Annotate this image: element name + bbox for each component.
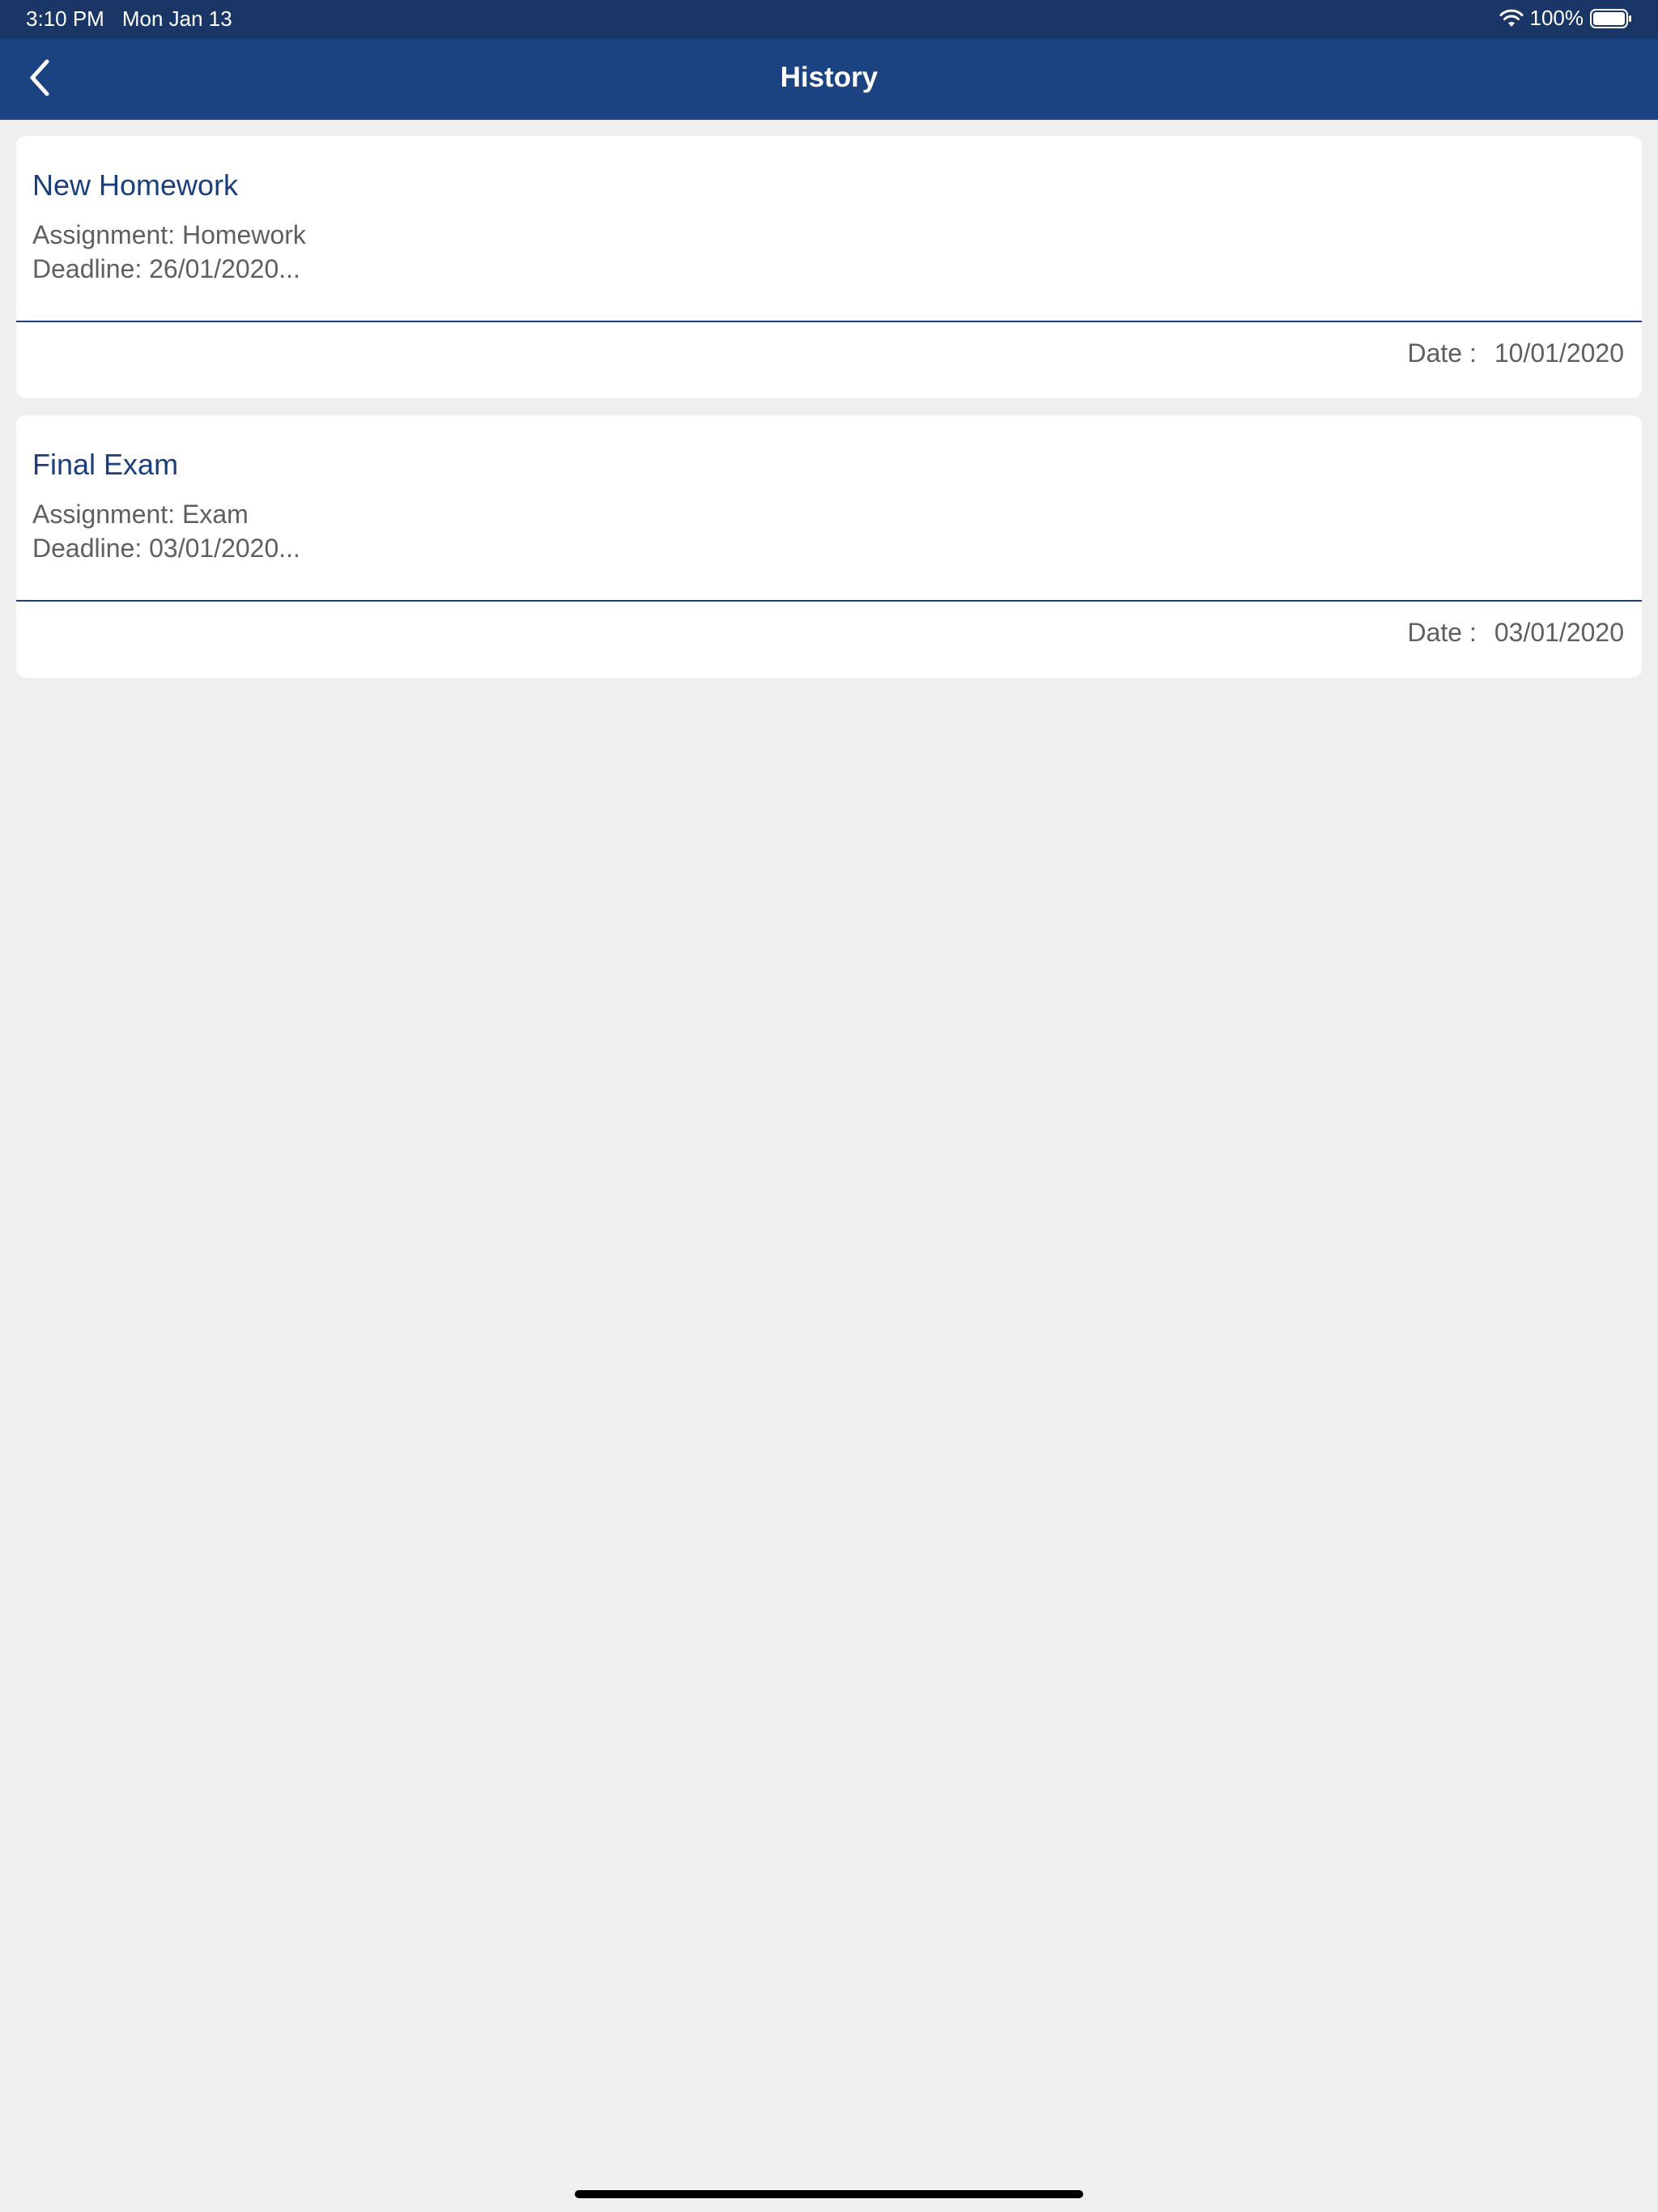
card-date-value: 10/01/2020 — [1494, 338, 1624, 368]
status-date: Mon Jan 13 — [121, 6, 232, 31]
history-card[interactable]: New Homework Assignment: Homework Deadli… — [16, 136, 1642, 398]
status-time: 3:10 PM — [26, 6, 104, 31]
status-bar: 3:10 PM Mon Jan 13 100% — [0, 0, 1658, 39]
card-title: Final Exam — [32, 448, 179, 481]
wifi-icon — [1499, 9, 1524, 28]
card-date-value: 03/01/2020 — [1494, 618, 1624, 647]
card-assignment: Assignment: Homework — [32, 220, 306, 249]
battery-percent: 100% — [1529, 6, 1584, 30]
page-title: History — [780, 62, 878, 93]
history-card[interactable]: Final Exam Assignment: Exam Deadline: 03… — [16, 415, 1642, 678]
card-date-label: Date : — [1407, 338, 1477, 368]
card-date: Date : 10/01/2020 — [1407, 338, 1624, 368]
card-title: New Homework — [32, 168, 239, 202]
card-deadline: Deadline: 26/01/2020... — [32, 254, 300, 283]
home-indicator[interactable] — [575, 2190, 1083, 2198]
status-right: 100% — [1499, 6, 1633, 31]
status-left: 3:10 PM Mon Jan 13 — [26, 6, 232, 32]
navigation-bar: History — [0, 39, 1658, 120]
card-date: Date : 03/01/2020 — [1407, 618, 1624, 648]
card-divider — [16, 600, 1642, 602]
card-deadline: Deadline: 03/01/2020... — [32, 534, 300, 563]
card-date-label: Date : — [1407, 618, 1477, 647]
battery-icon — [1590, 8, 1632, 29]
card-assignment: Assignment: Exam — [32, 500, 249, 529]
card-divider — [16, 321, 1642, 322]
